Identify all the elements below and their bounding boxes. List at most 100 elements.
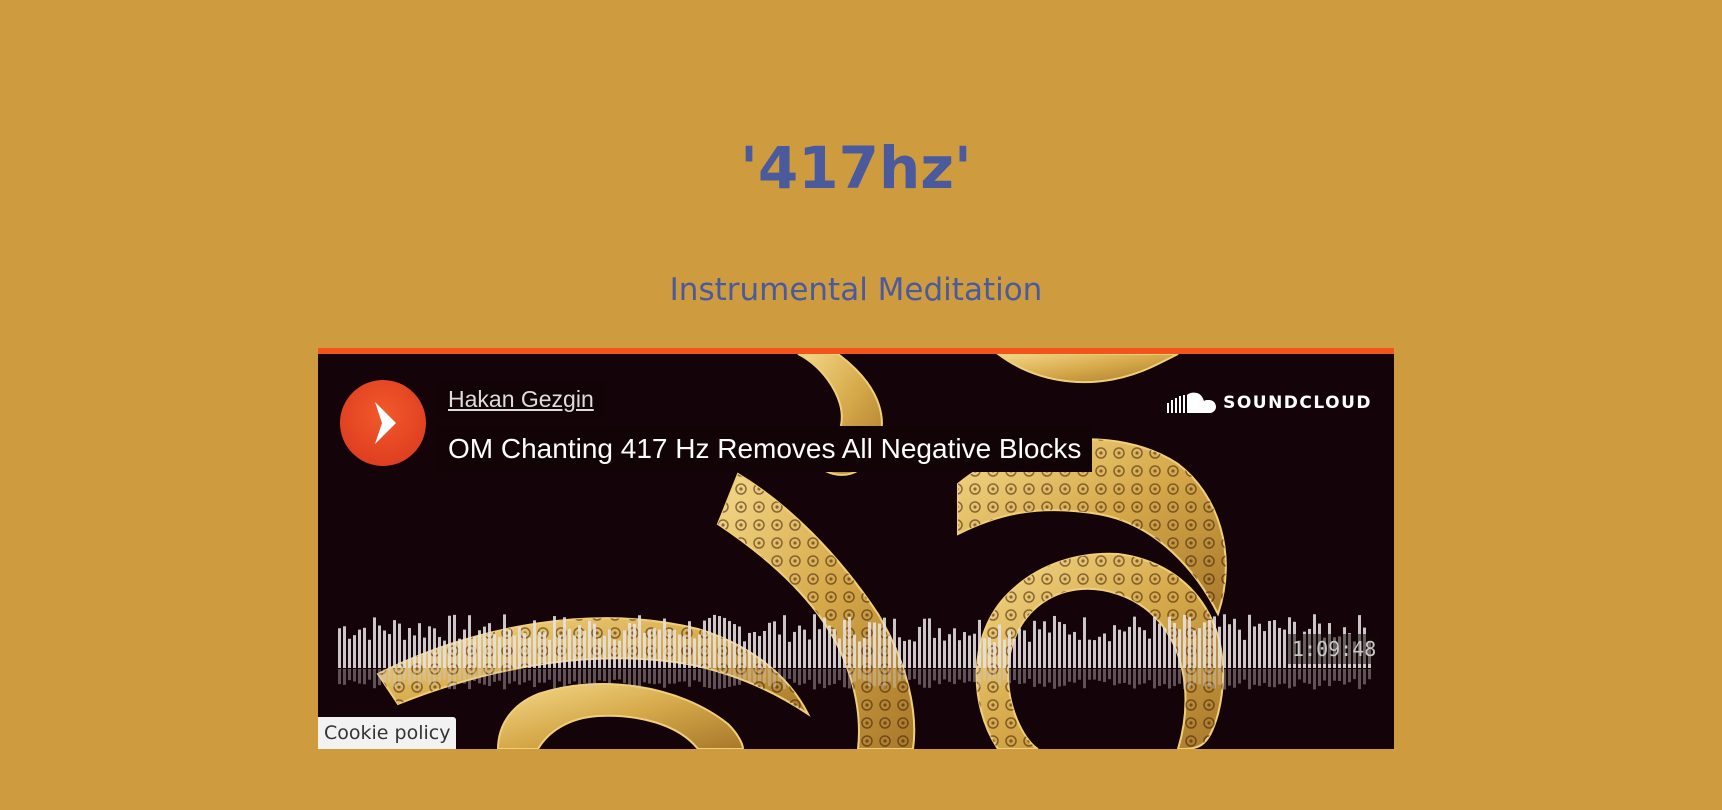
waveform-bar	[343, 626, 346, 668]
track-title-link[interactable]: OM Chanting 417 Hz Removes All Negative …	[437, 426, 1093, 472]
waveform-bar	[808, 639, 811, 668]
waveform-bar	[738, 626, 741, 668]
waveform-bar-reflection	[1033, 669, 1036, 687]
waveform-bar	[643, 632, 646, 668]
waveform-bar	[498, 637, 501, 668]
waveform-bar-reflection	[438, 669, 441, 681]
waveform-bar-reflection	[1333, 669, 1336, 681]
waveform-bar-reflection	[348, 669, 351, 681]
waveform-bar	[938, 628, 941, 668]
waveform-bar	[1128, 626, 1131, 668]
waveform-bar-reflection	[708, 669, 711, 689]
waveform-bar	[1008, 630, 1011, 668]
waveform-bar-reflection	[603, 669, 606, 682]
waveform-bar	[593, 623, 596, 668]
waveform-bar	[588, 620, 591, 668]
waveform-bar	[1058, 621, 1061, 668]
waveform-bar	[448, 615, 451, 668]
waveform-bar-reflection	[573, 669, 576, 682]
waveform-bar-reflection	[553, 669, 556, 689]
waveform-bar-reflection	[548, 669, 551, 680]
waveform-bar	[688, 621, 691, 668]
waveform-bar-reflection	[703, 669, 706, 688]
soundcloud-brand-link[interactable]: SOUNDCLOUD	[1167, 390, 1372, 416]
waveform-bar-reflection	[963, 669, 966, 683]
waveform-bar	[828, 625, 831, 668]
waveform-bar-reflection	[778, 669, 781, 682]
waveform-bar-reflection	[533, 669, 536, 688]
waveform-bar-reflection	[643, 669, 646, 683]
waveform-bar-reflection	[443, 669, 446, 680]
waveform-bar	[603, 635, 606, 668]
waveform-bar-reflection	[1263, 669, 1266, 684]
waveform-bar-reflection	[738, 669, 741, 685]
waveform-bar-reflection	[768, 669, 771, 687]
waveform-bar-reflection	[1093, 669, 1096, 680]
waveform-bar	[393, 620, 396, 668]
waveform-bar	[733, 624, 736, 668]
waveform-bar	[988, 637, 991, 668]
waveform-bar-reflection	[773, 669, 776, 687]
soundcloud-logo-icon	[1167, 392, 1217, 413]
waveform-bar	[383, 630, 386, 668]
waveform-bar-reflection	[1338, 669, 1341, 682]
waveform-bar	[558, 635, 561, 668]
waveform-bar	[1143, 630, 1146, 668]
waveform-bar-reflection	[1128, 669, 1131, 685]
waveform-bar-reflection	[1353, 669, 1356, 680]
waveform-bar	[873, 622, 876, 668]
waveform-bar-reflection	[1113, 669, 1116, 686]
waveform-bar-reflection	[918, 669, 921, 685]
waveform-bar-reflection	[973, 669, 976, 683]
waveform-bar	[1033, 620, 1036, 668]
waveform-bar	[713, 614, 716, 668]
waveform-bar-reflection	[1198, 669, 1201, 685]
waveform-bar	[773, 621, 776, 668]
waveform-bar-reflection	[893, 669, 896, 688]
waveform-bar-reflection	[1293, 669, 1296, 687]
waveform-bar	[843, 619, 846, 668]
waveform-bar-reflection	[1063, 669, 1066, 686]
cookie-policy-link[interactable]: Cookie policy	[318, 717, 457, 749]
waveform-bar	[638, 615, 641, 668]
waveform-bar-reflection	[1363, 669, 1366, 685]
waveform-bar	[408, 628, 411, 668]
waveform-bar-reflection	[1243, 669, 1246, 680]
waveform-bar	[1238, 629, 1241, 668]
waveform-bar-reflection	[653, 669, 656, 685]
waveform-bar-reflection	[448, 669, 451, 689]
play-button[interactable]	[340, 380, 426, 466]
waveform-bar	[578, 625, 581, 668]
waveform-bar-reflection	[673, 669, 676, 684]
waveform-bar-reflection	[693, 669, 696, 681]
waveform-bar-reflection	[1258, 669, 1261, 686]
waveform-bar-reflection	[783, 669, 786, 690]
waveform-bar-reflection	[1188, 669, 1191, 689]
waveform-bar-reflection	[478, 669, 481, 684]
waveform-bar-reflection	[1078, 669, 1081, 680]
waveform-bar	[1043, 621, 1046, 668]
waveform-bar-reflection	[758, 669, 761, 682]
artist-link[interactable]: Hakan Gezgin	[437, 380, 605, 418]
waveform-bar	[1068, 634, 1071, 668]
waveform-bar-reflection	[793, 669, 796, 683]
waveform-bar-reflection	[493, 669, 496, 682]
waveform-bar-reflection	[563, 669, 566, 689]
waveform-bar	[433, 628, 436, 668]
waveform-bar	[868, 622, 871, 668]
waveform-bar-reflection	[1138, 669, 1141, 685]
waveform-bar	[953, 628, 956, 668]
waveform-bar	[998, 624, 1001, 668]
waveform-bar-reflection	[1153, 669, 1156, 689]
waveform-bar	[838, 638, 841, 668]
waveform-bar	[358, 629, 361, 668]
waveform-bar-reflection	[658, 669, 661, 684]
waveform-bar	[1093, 640, 1096, 668]
waveform-bar-reflection	[538, 669, 541, 683]
waveform-bar-reflection	[733, 669, 736, 686]
waveform-scrubber[interactable]	[338, 604, 1374, 704]
waveform-bar	[598, 638, 601, 668]
waveform-bar-reflection	[953, 669, 956, 685]
waveform-bar	[568, 628, 571, 668]
waveform-bar-reflection	[1288, 669, 1291, 689]
